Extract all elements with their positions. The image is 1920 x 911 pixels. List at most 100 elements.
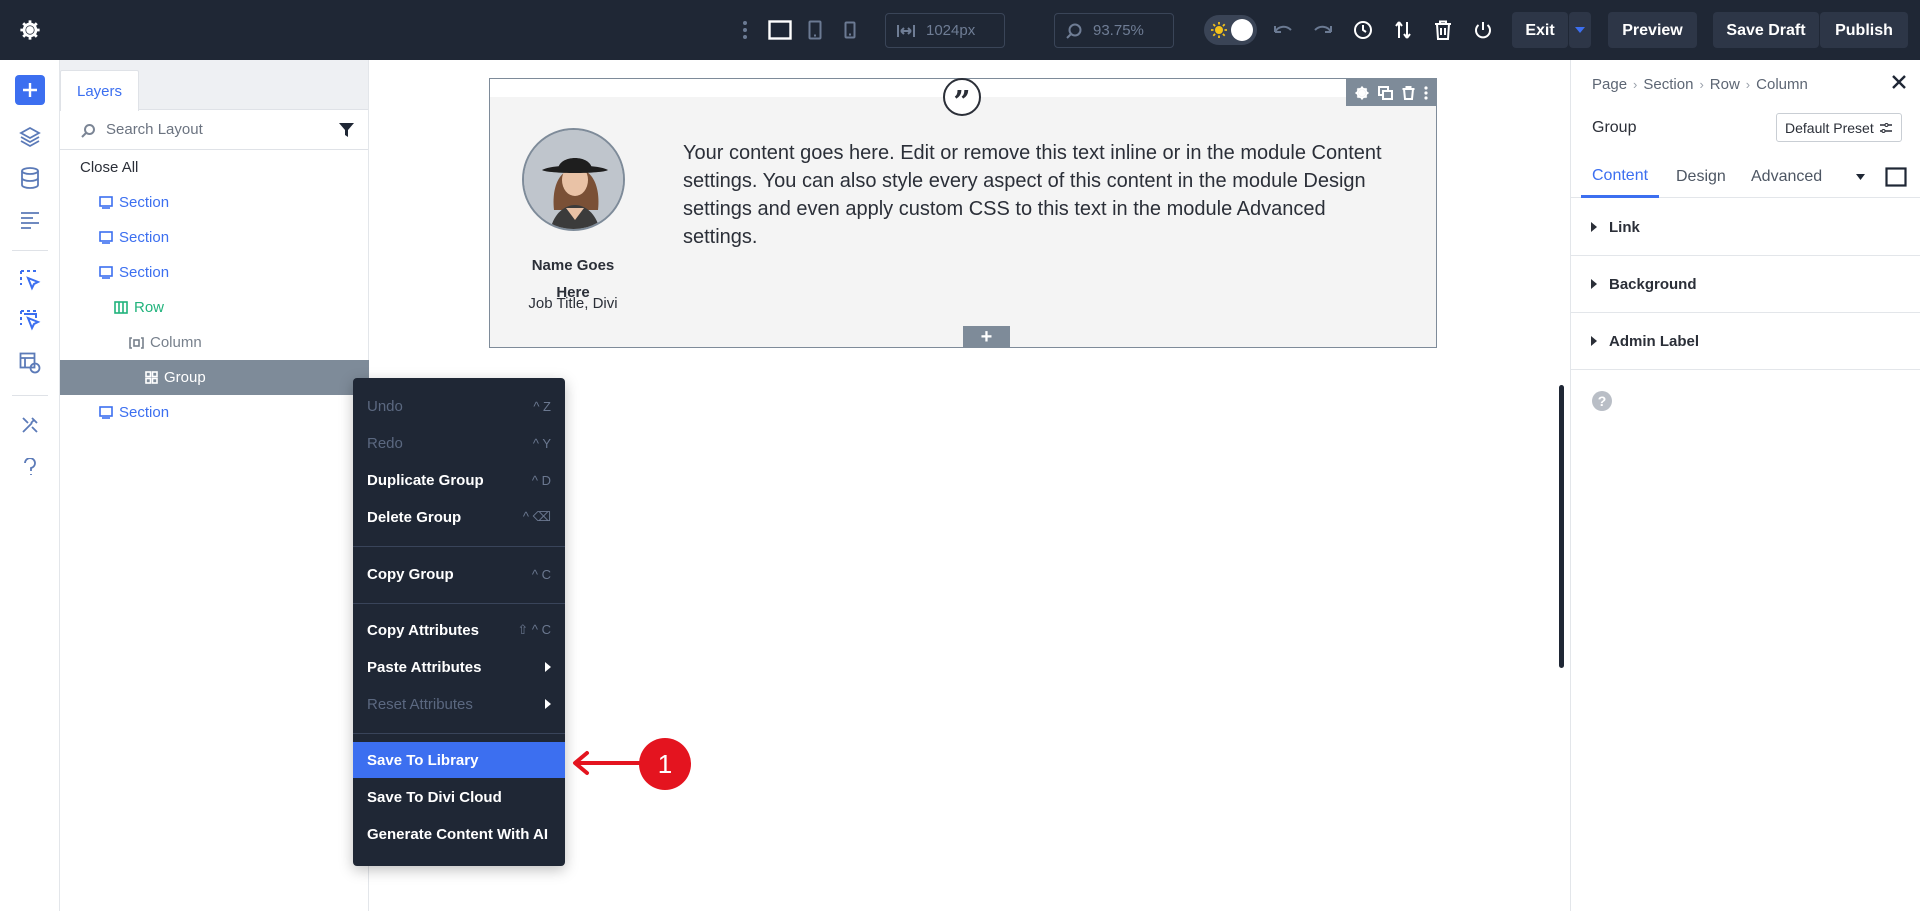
menu-item-generate-content-ai[interactable]: Generate Content With AI (353, 816, 565, 852)
menu-item-save-to-library[interactable]: Save To Library (353, 742, 565, 778)
multi-select-icon[interactable] (15, 305, 45, 335)
accordion-link[interactable]: Link (1571, 199, 1920, 256)
quote-icon: ” (943, 78, 981, 118)
breadcrumb: Page › Section › Row › Column (1592, 76, 1808, 93)
menu-item-duplicate-group[interactable]: Duplicate Group ^ D (353, 462, 565, 498)
layers-search-bar[interactable]: Search Layout (60, 110, 368, 150)
menu-item-undo[interactable]: Undo ^ Z (353, 388, 565, 424)
menu-item-copy-attributes[interactable]: Copy Attributes ⇧ ^ C (353, 612, 565, 648)
preview-button[interactable]: Preview (1608, 12, 1697, 48)
module-duplicate-icon[interactable] (1377, 85, 1393, 100)
tabs-more-dropdown[interactable] (1856, 156, 1865, 198)
desktop-view-icon[interactable] (767, 18, 793, 42)
module-action-toolbar (1346, 79, 1436, 106)
menu-item-save-to-divi-cloud[interactable]: Save To Divi Cloud (353, 779, 565, 815)
settings-gear-icon[interactable] (18, 18, 42, 42)
theme-builder-icon[interactable] (15, 348, 45, 378)
tree-item-section[interactable]: Section (60, 395, 369, 430)
tablet-view-icon[interactable] (806, 18, 824, 42)
tree-item-group-selected[interactable]: Group (60, 360, 369, 395)
tab-layers[interactable]: Layers (60, 70, 139, 111)
add-module-button[interactable] (15, 75, 45, 105)
settings-tabs: Content Design Advanced (1571, 156, 1920, 198)
tree-item-section[interactable]: Section (60, 255, 369, 290)
filter-funnel-icon[interactable] (339, 123, 354, 137)
canvas-scrollbar[interactable] (1559, 385, 1564, 668)
publish-button[interactable]: Publish (1820, 12, 1908, 48)
column-icon (129, 336, 144, 349)
view-mode-icon[interactable] (1885, 156, 1907, 198)
tab-content[interactable]: Content (1581, 156, 1660, 198)
close-icon[interactable] (1892, 75, 1906, 89)
add-row-plus-button[interactable]: + (963, 326, 1010, 348)
chevron-down-icon (1856, 174, 1865, 180)
layers-tabbar: Layers (60, 60, 368, 111)
database-icon[interactable] (15, 163, 45, 193)
testimonial-body-text: Your content goes here. Edit or remove t… (683, 142, 1382, 248)
tree-item-row[interactable]: Row (60, 290, 369, 325)
power-icon[interactable] (1471, 18, 1495, 42)
exit-dropdown-button[interactable] (1569, 12, 1591, 48)
menu-item-copy-group[interactable]: Copy Group ^ C (353, 556, 565, 592)
width-arrows-icon (896, 23, 916, 39)
context-menu: Undo ^ Z Redo ^ Y Duplicate Group ^ D De… (353, 378, 565, 866)
breadcrumb-page[interactable]: Page (1592, 76, 1627, 93)
sun-icon (1210, 21, 1228, 39)
breadcrumb-column[interactable]: Column (1756, 76, 1808, 93)
exit-button[interactable]: Exit (1512, 12, 1568, 48)
undo-icon[interactable] (1271, 18, 1295, 42)
chevron-right-icon: › (1745, 77, 1751, 92)
select-element-icon[interactable] (15, 265, 45, 295)
menu-item-redo[interactable]: Redo ^ Y (353, 425, 565, 461)
menu-item-reset-attributes[interactable]: Reset Attributes (353, 686, 565, 722)
settings-panel: Page › Section › Row › Column Group Defa… (1570, 60, 1920, 911)
redo-icon[interactable] (1311, 18, 1335, 42)
submenu-arrow-icon (545, 699, 551, 709)
clear-layout-trash-icon[interactable] (1431, 18, 1455, 42)
tab-design[interactable]: Design (1676, 156, 1726, 198)
accordion-admin-label[interactable]: Admin Label (1571, 313, 1920, 370)
dark-mode-toggle[interactable] (1204, 15, 1257, 45)
menu-item-delete-group[interactable]: Delete Group ^ ⌫ (353, 499, 565, 535)
zoom-search-icon (1065, 22, 1083, 40)
row-icon (114, 301, 128, 314)
accordion-background[interactable]: Background (1571, 256, 1920, 313)
breadcrumb-row[interactable]: Row (1710, 76, 1740, 93)
help-question-icon[interactable] (15, 452, 45, 482)
page-settings-icon[interactable] (15, 205, 45, 235)
tree-item-section[interactable]: Section (60, 185, 369, 220)
canvas-width-field[interactable]: 1024px (885, 13, 1005, 48)
portability-arrows-icon[interactable] (1391, 18, 1415, 42)
canvas-width-value: 1024px (926, 22, 976, 39)
section-icon (99, 196, 113, 209)
history-clock-icon[interactable] (1351, 18, 1375, 42)
tools-icon[interactable] (15, 410, 45, 440)
annotation-arrow-icon (571, 750, 641, 776)
search-input[interactable]: Search Layout (106, 121, 203, 138)
close-all-button[interactable]: Close All (60, 150, 369, 185)
tree-item-column[interactable]: Column (60, 325, 369, 360)
tree-item-section[interactable]: Section (60, 220, 369, 255)
submenu-arrow-icon (545, 662, 551, 672)
caret-right-icon (1591, 279, 1597, 289)
module-delete-trash-icon[interactable] (1402, 85, 1415, 100)
caret-right-icon (1591, 222, 1597, 232)
preset-dropdown[interactable]: Default Preset (1776, 113, 1902, 142)
toggle-knob (1231, 19, 1253, 41)
avatar (522, 128, 625, 231)
section-icon (99, 266, 113, 279)
breadcrumb-section[interactable]: Section (1643, 76, 1693, 93)
testimonial-module[interactable]: ” Name Goes Here Job Title, Divi Your co… (489, 78, 1437, 348)
left-icon-rail (0, 60, 60, 911)
phone-view-icon[interactable] (843, 20, 857, 40)
layers-icon[interactable] (15, 122, 45, 152)
kebab-menu-icon[interactable] (738, 18, 752, 42)
module-more-kebab-icon[interactable] (1423, 85, 1428, 100)
tab-advanced[interactable]: Advanced (1751, 156, 1822, 198)
menu-item-paste-attributes[interactable]: Paste Attributes (353, 649, 565, 685)
help-icon[interactable]: ? (1592, 391, 1612, 411)
search-icon (80, 123, 96, 139)
zoom-field[interactable]: 93.75% (1054, 13, 1174, 48)
module-settings-gear-icon[interactable] (1355, 86, 1369, 100)
save-draft-button[interactable]: Save Draft (1713, 12, 1819, 48)
